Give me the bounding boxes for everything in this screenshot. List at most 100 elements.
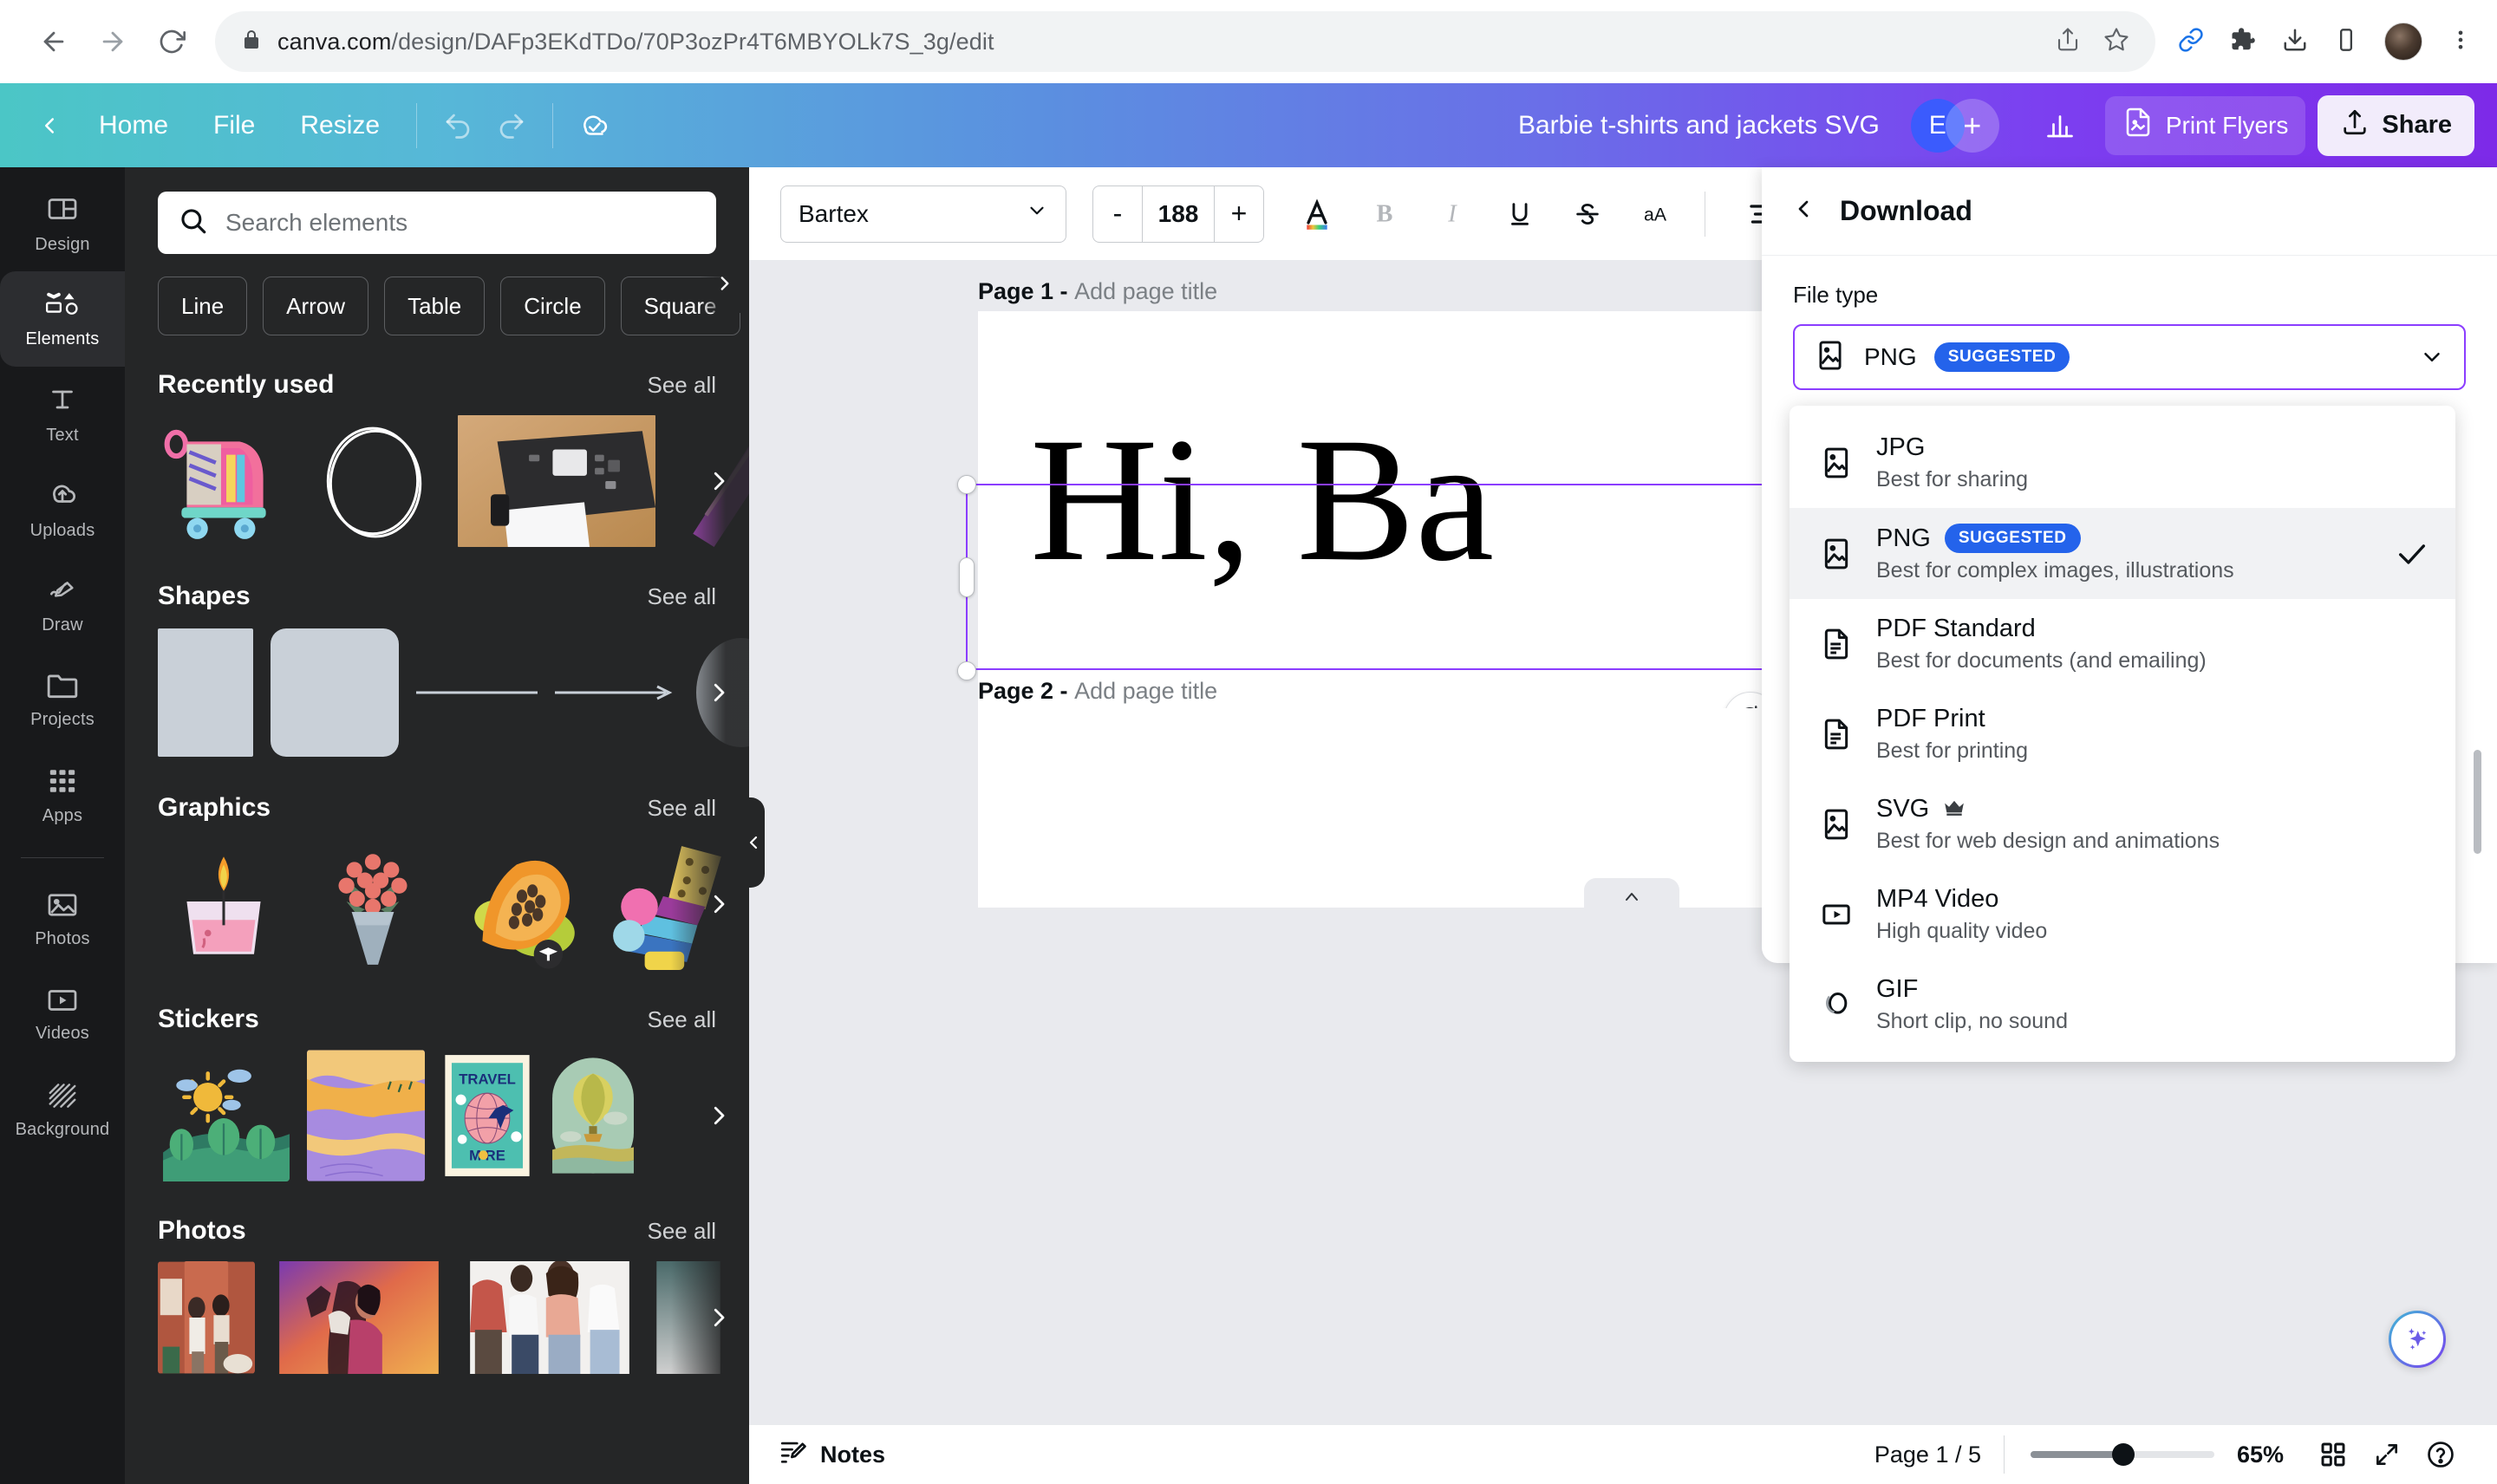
font-size-value[interactable]: 188 bbox=[1142, 186, 1215, 242]
file-type-option-svg[interactable]: SVG Best for web design and animations bbox=[1790, 779, 2455, 869]
italic-button[interactable]: I bbox=[1422, 184, 1483, 244]
photo-tile[interactable] bbox=[463, 1261, 636, 1374]
sticker-tile[interactable] bbox=[158, 1050, 290, 1181]
chevron-down-icon[interactable] bbox=[2419, 344, 2445, 370]
grid-view-icon[interactable] bbox=[2306, 1428, 2360, 1481]
fullscreen-icon[interactable] bbox=[2360, 1428, 2414, 1481]
see-all-recently-used[interactable]: See all bbox=[648, 372, 717, 399]
text-case-button[interactable]: aA bbox=[1625, 184, 1685, 244]
page-counter[interactable]: Page 1 / 5 bbox=[1874, 1442, 1981, 1468]
photos-next-icon[interactable] bbox=[701, 1292, 737, 1343]
panel-collapse-button[interactable] bbox=[742, 797, 765, 888]
undo-icon[interactable] bbox=[431, 99, 485, 153]
font-size-increase-button[interactable]: + bbox=[1215, 186, 1263, 242]
strikethrough-button[interactable] bbox=[1557, 184, 1618, 244]
browser-forward-button[interactable] bbox=[83, 12, 142, 71]
share-button[interactable]: Share bbox=[2318, 95, 2474, 156]
see-all-graphics[interactable]: See all bbox=[648, 795, 717, 822]
chips-next-icon[interactable] bbox=[701, 254, 749, 313]
selection-handle-bottom-left[interactable] bbox=[957, 661, 976, 680]
shape-rectangle[interactable] bbox=[158, 628, 253, 757]
sidebar-item-design[interactable]: Design bbox=[0, 176, 125, 271]
file-type-select[interactable]: PNG SUGGESTED bbox=[1793, 324, 2466, 390]
notes-button[interactable]: Notes bbox=[779, 1437, 885, 1473]
print-flyers-button[interactable]: Print Flyers bbox=[2105, 96, 2306, 155]
underline-button[interactable] bbox=[1490, 184, 1550, 244]
link-icon[interactable] bbox=[2178, 27, 2204, 57]
file-type-option-png[interactable]: PNG SUGGESTED Best for complex images, i… bbox=[1790, 508, 2455, 599]
canvas-collapse-tab[interactable] bbox=[1584, 878, 1679, 908]
page-2-title[interactable]: Page 2 - Add page title bbox=[978, 678, 1217, 705]
cloud-saved-icon[interactable] bbox=[567, 99, 621, 153]
graphics-next-icon[interactable] bbox=[701, 879, 737, 929]
header-back-button[interactable] bbox=[23, 99, 76, 153]
file-type-option-jpg[interactable]: JPG Best for sharing bbox=[1790, 418, 2455, 508]
download-icon[interactable] bbox=[2282, 27, 2308, 57]
browser-back-button[interactable] bbox=[24, 12, 83, 71]
sticker-tile[interactable] bbox=[550, 1050, 636, 1181]
file-type-option-pdf-print[interactable]: PDF Print Best for printing bbox=[1790, 689, 2455, 779]
text-color-icon[interactable] bbox=[1287, 184, 1347, 244]
puzzle-icon[interactable] bbox=[2230, 27, 2256, 57]
help-icon[interactable] bbox=[2414, 1428, 2468, 1481]
sticker-tile[interactable]: TRAVEL M RE bbox=[442, 1050, 532, 1181]
sidebar-item-apps[interactable]: Apps bbox=[0, 748, 125, 843]
insights-chart-icon[interactable] bbox=[2027, 96, 2093, 155]
zoom-slider[interactable] bbox=[2031, 1451, 2214, 1458]
font-size-decrease-button[interactable]: - bbox=[1093, 186, 1142, 242]
shape-line[interactable] bbox=[416, 667, 538, 719]
sidebar-item-photos[interactable]: Photos bbox=[0, 872, 125, 967]
device-icon[interactable] bbox=[2334, 28, 2358, 56]
address-bar[interactable]: canva.com/design/DAFp3EKdTDo/70P3ozPr4T6… bbox=[215, 11, 2155, 72]
element-tile[interactable] bbox=[456, 415, 657, 547]
photo-tile[interactable] bbox=[272, 1261, 446, 1374]
sidebar-item-background[interactable]: Background bbox=[0, 1063, 125, 1158]
see-all-photos[interactable]: See all bbox=[648, 1218, 717, 1245]
shape-rounded-rectangle[interactable] bbox=[271, 628, 399, 757]
search-input[interactable]: Search elements bbox=[158, 192, 716, 254]
page-1-title-placeholder[interactable]: Add page title bbox=[1074, 278, 1217, 304]
graphic-tile[interactable] bbox=[158, 838, 290, 970]
file-type-option-mp4[interactable]: MP4 Video High quality video bbox=[1790, 869, 2455, 960]
file-type-option-pdf-standard[interactable]: PDF Standard Best for documents (and ema… bbox=[1790, 599, 2455, 689]
see-all-shapes[interactable]: See all bbox=[648, 583, 717, 610]
sidebar-item-projects[interactable]: Projects bbox=[0, 653, 125, 748]
download-back-icon[interactable] bbox=[1790, 195, 1817, 227]
share-icon[interactable] bbox=[2055, 27, 2081, 57]
file-type-option-gif[interactable]: GIF Short clip, no sound bbox=[1790, 960, 2455, 1050]
magic-sparkle-icon[interactable] bbox=[2389, 1311, 2446, 1368]
header-home-button[interactable]: Home bbox=[76, 98, 191, 153]
shape-arrow[interactable] bbox=[555, 667, 676, 719]
selection-handle-top-left[interactable] bbox=[957, 475, 976, 494]
browser-reload-button[interactable] bbox=[142, 12, 201, 71]
avatar[interactable] bbox=[2384, 23, 2422, 61]
sidebar-item-elements[interactable]: Elements bbox=[0, 271, 125, 367]
chip-table[interactable]: Table bbox=[384, 277, 485, 335]
see-all-stickers[interactable]: See all bbox=[648, 1006, 717, 1033]
shapes-next-icon[interactable] bbox=[701, 667, 737, 718]
sticker-tile[interactable] bbox=[307, 1050, 425, 1181]
sidebar-item-uploads[interactable]: Uploads bbox=[0, 462, 125, 557]
element-tile[interactable] bbox=[158, 415, 290, 547]
header-resize-button[interactable]: Resize bbox=[277, 98, 402, 153]
zoom-slider-knob[interactable] bbox=[2112, 1443, 2135, 1466]
graphic-tile[interactable] bbox=[456, 838, 588, 970]
bold-button[interactable]: B bbox=[1354, 184, 1415, 244]
font-family-select[interactable]: Bartex bbox=[780, 186, 1066, 243]
photo-tile[interactable] bbox=[158, 1261, 255, 1374]
redo-icon[interactable] bbox=[485, 99, 538, 153]
chip-arrow[interactable]: Arrow bbox=[263, 277, 368, 335]
star-icon[interactable] bbox=[2103, 27, 2129, 57]
add-collaborator-button[interactable]: + bbox=[1946, 99, 1999, 153]
graphic-tile[interactable] bbox=[307, 838, 439, 970]
header-file-menu[interactable]: File bbox=[191, 98, 277, 153]
element-tile[interactable] bbox=[307, 415, 439, 547]
recently-used-next-icon[interactable] bbox=[701, 456, 737, 506]
selection-handle-mid-left[interactable] bbox=[959, 557, 975, 597]
sidebar-item-draw[interactable]: Draw bbox=[0, 557, 125, 653]
kebab-menu-icon[interactable] bbox=[2448, 28, 2473, 56]
panel-scrollbar[interactable] bbox=[2474, 750, 2481, 854]
sidebar-item-text[interactable]: Text bbox=[0, 367, 125, 462]
chip-circle[interactable]: Circle bbox=[500, 277, 604, 335]
stickers-next-icon[interactable] bbox=[701, 1090, 737, 1141]
